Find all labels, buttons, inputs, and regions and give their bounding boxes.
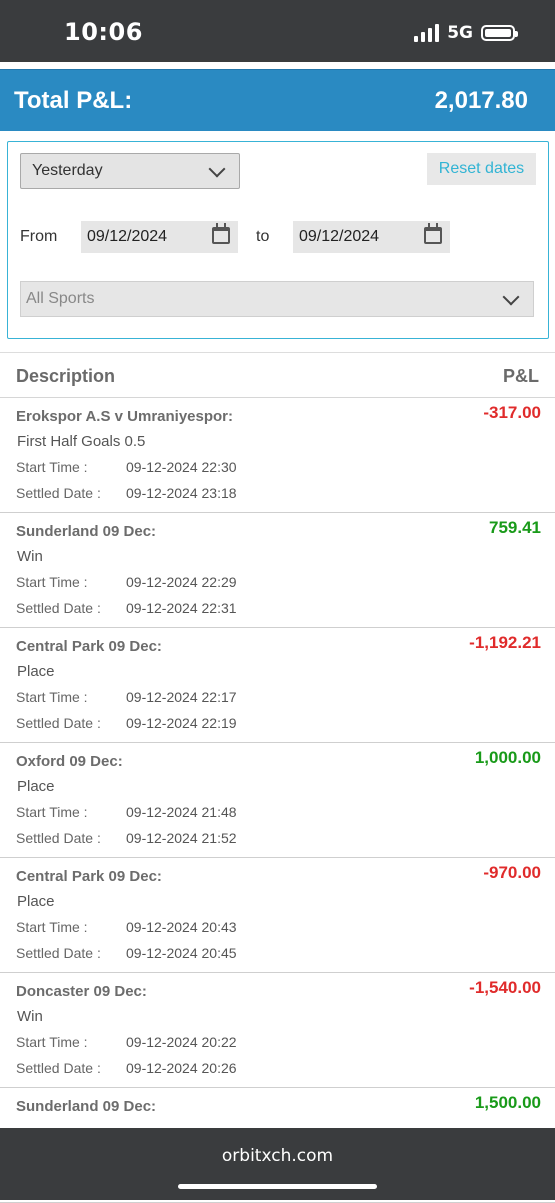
market-name: Place (17, 893, 55, 910)
to-date-value: 09/12/2024 (299, 228, 380, 245)
network-type: 5G (447, 23, 473, 43)
pl-amount: 1,000.00 (474, 748, 541, 767)
settled-date-label: Settled Date : (16, 715, 101, 731)
period-select-value: Yesterday (32, 162, 103, 179)
settled-date-label: Settled Date : (16, 1060, 101, 1076)
status-time: 10:06 (64, 18, 143, 46)
start-time-label: Start Time : (16, 1034, 88, 1050)
table-row[interactable]: Doncaster 09 Dec: -1,540.00 Win Start Ti… (0, 973, 555, 1088)
start-time-label: Start Time : (16, 919, 88, 935)
market-name: First Half Goals 0.5 (17, 433, 146, 450)
total-pl-value: 2,017.80 (434, 87, 528, 114)
table-row[interactable]: Central Park 09 Dec: -970.00 Place Start… (0, 858, 555, 973)
settled-date-value: 09-12-2024 22:19 (126, 715, 237, 731)
signal-icon (414, 24, 440, 42)
event-title: Erokspor A.S v Umraniyespor: (16, 408, 234, 425)
pl-amount: 759.41 (489, 518, 541, 537)
column-header-description: Description (16, 366, 116, 386)
battery-icon (481, 25, 518, 41)
start-time-label: Start Time : (16, 689, 88, 705)
reset-dates-button[interactable]: Reset dates (427, 153, 536, 185)
from-date-input[interactable]: 09/12/2024 (81, 221, 238, 253)
pl-header: Total P&L: 2,017.80 (0, 69, 555, 131)
to-label: to (256, 228, 270, 245)
start-time-value: 09-12-2024 20:22 (126, 1034, 237, 1050)
settled-date-value: 09-12-2024 21:52 (126, 830, 237, 846)
start-time-label: Start Time : (16, 804, 88, 820)
table-header: Description P&L (0, 352, 555, 398)
event-title: Central Park 09 Dec: (16, 868, 162, 885)
from-date-value: 09/12/2024 (87, 228, 168, 245)
browser-bottom-bar: orbitxch.com (0, 1128, 555, 1200)
market-name: Win (17, 1008, 43, 1025)
chevron-down-icon (208, 160, 226, 178)
table-row[interactable]: Erokspor A.S v Umraniyespor: -317.00 Fir… (0, 398, 555, 513)
market-name: Win (17, 548, 43, 565)
home-indicator[interactable] (178, 1184, 377, 1189)
table-row[interactable]: Central Park 09 Dec: -1,192.21 Place Sta… (0, 628, 555, 743)
pl-amount: 1,500.00 (474, 1093, 541, 1112)
status-indicators: 5G (414, 22, 518, 44)
pl-rows: Erokspor A.S v Umraniyespor: -317.00 Fir… (0, 398, 555, 1203)
chevron-down-icon (502, 288, 520, 306)
start-time-value: 09-12-2024 22:30 (126, 459, 237, 475)
settled-date-label: Settled Date : (16, 830, 101, 846)
event-title: Sunderland 09 Dec: (16, 1098, 157, 1115)
pl-amount: -970.00 (483, 863, 541, 882)
from-label: From (20, 228, 58, 245)
start-time-value: 09-12-2024 21:48 (126, 804, 237, 820)
settled-date-value: 09-12-2024 22:31 (126, 600, 237, 616)
event-title: Doncaster 09 Dec: (16, 983, 147, 1000)
event-title: Central Park 09 Dec: (16, 638, 162, 655)
start-time-value: 09-12-2024 22:29 (126, 574, 237, 590)
filter-panel: Yesterday Reset dates From 09/12/2024 to… (7, 141, 549, 339)
event-title: Oxford 09 Dec: (16, 753, 123, 770)
settled-date-label: Settled Date : (16, 945, 101, 961)
start-time-value: 09-12-2024 22:17 (126, 689, 237, 705)
calendar-icon[interactable] (212, 223, 230, 244)
settled-date-value: 09-12-2024 20:45 (126, 945, 237, 961)
settled-date-value: 09-12-2024 20:26 (126, 1060, 237, 1076)
page-title: Total P&L: (14, 87, 133, 114)
status-bar: 10:06 5G (0, 0, 555, 62)
period-select[interactable]: Yesterday (20, 153, 240, 189)
start-time-value: 09-12-2024 20:43 (126, 919, 237, 935)
to-date-input[interactable]: 09/12/2024 (293, 221, 450, 253)
market-name: Place (17, 663, 55, 680)
pl-amount: -1,540.00 (469, 978, 541, 997)
calendar-icon[interactable] (424, 223, 442, 244)
market-name: Place (17, 778, 55, 795)
browser-url[interactable]: orbitxch.com (0, 1146, 555, 1166)
settled-date-label: Settled Date : (16, 485, 101, 501)
table-row[interactable]: Oxford 09 Dec: 1,000.00 Place Start Time… (0, 743, 555, 858)
settled-date-label: Settled Date : (16, 600, 101, 616)
event-title: Sunderland 09 Dec: (16, 523, 157, 540)
pl-amount: -1,192.21 (469, 633, 541, 652)
pl-amount: -317.00 (483, 403, 541, 422)
start-time-label: Start Time : (16, 459, 88, 475)
sports-select-value: All Sports (26, 290, 95, 307)
settled-date-value: 09-12-2024 23:18 (126, 485, 237, 501)
table-row[interactable]: Sunderland 09 Dec: 759.41 Win Start Time… (0, 513, 555, 628)
column-header-pl: P&L (503, 366, 539, 386)
start-time-label: Start Time : (16, 574, 88, 590)
sports-select[interactable]: All Sports (20, 281, 534, 317)
